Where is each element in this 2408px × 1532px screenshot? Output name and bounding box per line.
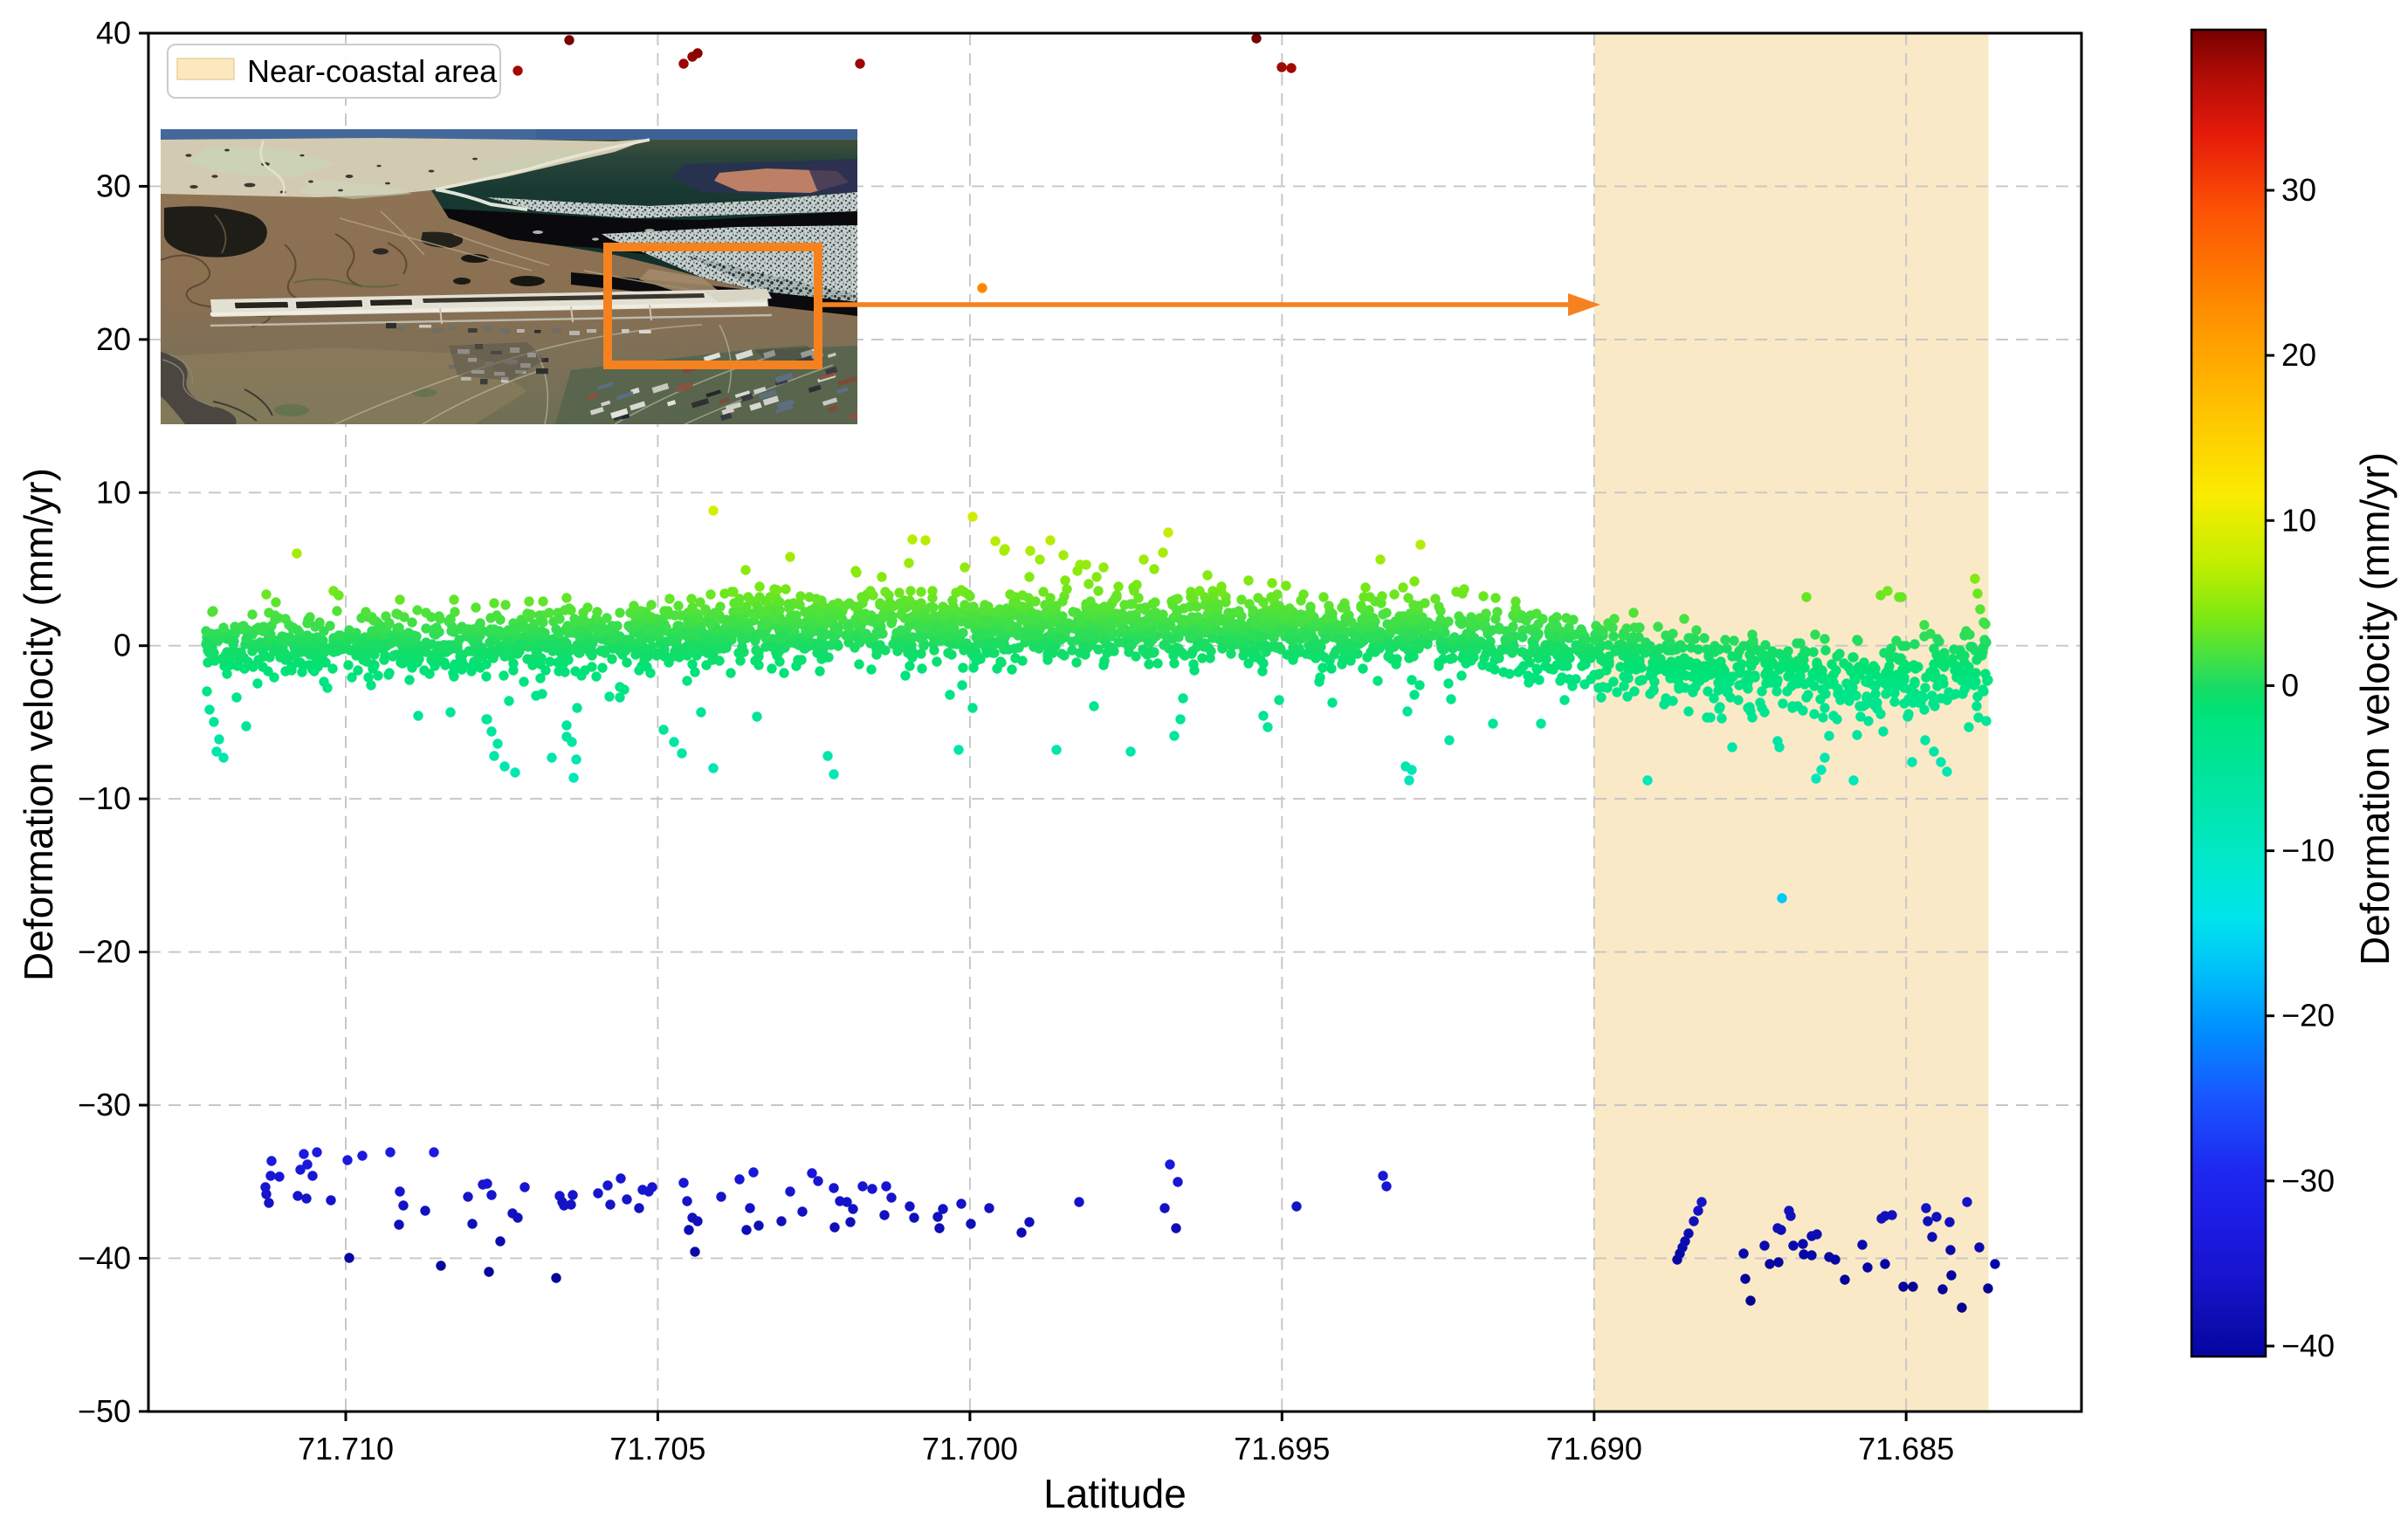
- svg-text:71.685: 71.685: [1858, 1431, 1954, 1467]
- svg-text:71.710: 71.710: [298, 1431, 394, 1467]
- svg-text:0: 0: [114, 628, 131, 663]
- svg-text:−50: −50: [78, 1393, 131, 1429]
- svg-text:−10: −10: [78, 780, 131, 816]
- svg-text:Deformation velocity (mm/yr): Deformation velocity (mm/yr): [2352, 452, 2398, 965]
- svg-text:−40: −40: [2281, 1328, 2335, 1364]
- svg-text:−20: −20: [78, 934, 131, 970]
- svg-text:0: 0: [2281, 667, 2299, 703]
- svg-text:10: 10: [2281, 502, 2316, 538]
- svg-text:71.705: 71.705: [609, 1431, 705, 1467]
- svg-text:−10: −10: [2281, 833, 2335, 869]
- svg-text:40: 40: [96, 15, 131, 51]
- svg-text:30: 30: [2281, 172, 2316, 208]
- svg-text:Near-coastal area: Near-coastal area: [247, 53, 498, 89]
- svg-text:71.700: 71.700: [922, 1431, 1018, 1467]
- svg-text:Latitude: Latitude: [1043, 1471, 1187, 1516]
- svg-text:−40: −40: [78, 1240, 131, 1275]
- svg-text:Deformation velocity (mm/yr): Deformation velocity (mm/yr): [16, 468, 61, 981]
- svg-text:−30: −30: [78, 1087, 131, 1123]
- svg-text:10: 10: [96, 474, 131, 510]
- svg-text:71.695: 71.695: [1234, 1431, 1330, 1467]
- svg-text:71.690: 71.690: [1546, 1431, 1642, 1467]
- svg-text:−20: −20: [2281, 998, 2335, 1034]
- svg-text:30: 30: [96, 168, 131, 203]
- svg-text:−30: −30: [2281, 1163, 2335, 1199]
- svg-text:20: 20: [96, 321, 131, 357]
- svg-text:20: 20: [2281, 337, 2316, 373]
